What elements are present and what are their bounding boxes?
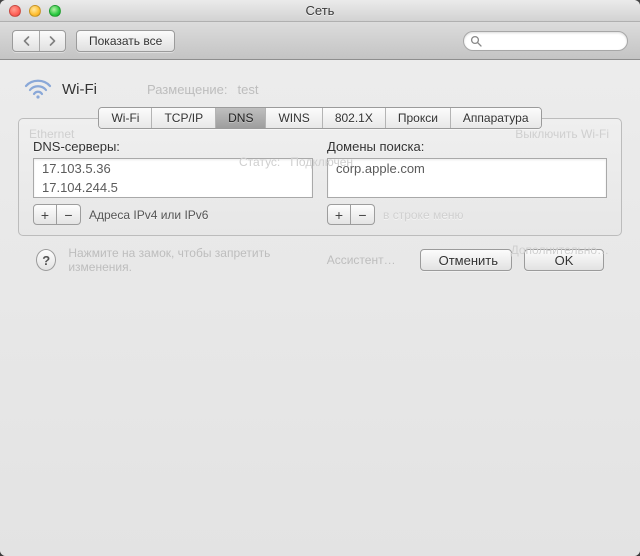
chevron-left-icon xyxy=(22,36,31,46)
dns-label: DNS-серверы: xyxy=(33,139,313,154)
search-field[interactable] xyxy=(463,31,628,51)
show-all-button[interactable]: Показать все xyxy=(76,30,175,52)
header-row: Wi-Fi Размещение: test xyxy=(18,78,622,100)
titlebar: Сеть xyxy=(0,0,640,22)
ghost-placement-label: Размещение: xyxy=(147,82,228,97)
tab-dns[interactable]: DNS xyxy=(215,108,265,128)
ghost-assistant: Ассистент… xyxy=(327,253,396,267)
sheet: Ethernet Статус: Подключен Выключить Wi-… xyxy=(18,118,622,236)
tab--[interactable]: Аппаратура xyxy=(450,108,541,128)
search-domains-column: Домены поиска: corp.apple.com + − в стро… xyxy=(327,139,607,225)
toolbar: Показать все xyxy=(0,22,640,60)
cancel-button[interactable]: Отменить xyxy=(420,249,512,271)
help-button[interactable]: ? xyxy=(36,249,56,271)
dns-add-button[interactable]: + xyxy=(33,204,57,225)
tab-wi-fi[interactable]: Wi-Fi xyxy=(99,108,151,128)
minimize-button[interactable] xyxy=(29,5,41,17)
close-button[interactable] xyxy=(9,5,21,17)
ghost-sidebar: Ethernet xyxy=(29,127,74,141)
search-domains-label: Домены поиска: xyxy=(327,139,607,154)
traffic-lights xyxy=(0,5,61,17)
tab--[interactable]: Прокси xyxy=(385,108,450,128)
nav-group xyxy=(12,30,66,52)
content: Wi-Fi Размещение: test Ethernet Статус: … xyxy=(0,60,640,556)
search-icon xyxy=(470,35,482,47)
dns-column: DNS-серверы: 17.103.5.3617.104.244.5 + −… xyxy=(33,139,313,225)
ghost-menu-text2: в строке меню xyxy=(383,208,464,222)
tab-802-1x[interactable]: 802.1X xyxy=(322,108,385,128)
chevron-right-icon xyxy=(48,36,57,46)
ghost-advanced: Дополнительно… xyxy=(511,243,609,257)
segmented-tabs: Wi-FiTCP/IPDNSWINS802.1XПроксиАппаратура xyxy=(98,107,541,129)
list-item[interactable]: corp.apple.com xyxy=(328,159,606,178)
tab-wins[interactable]: WINS xyxy=(265,108,321,128)
tabbar: Wi-FiTCP/IPDNSWINS802.1XПроксиАппаратура xyxy=(33,107,607,129)
prefs-window: Сеть Показать все Wi-Fi Разм xyxy=(0,0,640,556)
ghost-placement-value: test xyxy=(238,82,259,97)
columns: DNS-серверы: 17.103.5.3617.104.244.5 + −… xyxy=(33,139,607,225)
window-title: Сеть xyxy=(306,3,335,18)
ghost-disable-wifi: Выключить Wi-Fi xyxy=(515,127,609,141)
dns-controls: + − Адреса IPv4 или IPv6 xyxy=(33,204,313,225)
domain-remove-button[interactable]: − xyxy=(351,204,375,225)
zoom-button[interactable] xyxy=(49,5,61,17)
dns-plusminus: + − xyxy=(33,204,81,225)
list-item[interactable]: 17.104.244.5 xyxy=(34,178,312,197)
search-domain-list[interactable]: corp.apple.com xyxy=(327,158,607,198)
search-input[interactable] xyxy=(486,34,621,48)
wifi-icon xyxy=(24,78,52,100)
search-domain-plusminus: + − xyxy=(327,204,375,225)
dns-remove-button[interactable]: − xyxy=(57,204,81,225)
ghost-lock-text: Нажмите на замок, чтобы запретить измене… xyxy=(68,246,314,274)
ghost-status-label: Статус: xyxy=(239,155,280,169)
page-title: Wi-Fi xyxy=(62,81,97,98)
ghost-status-value: Подключен xyxy=(290,155,353,169)
tab-tcp-ip[interactable]: TCP/IP xyxy=(151,108,215,128)
search-domain-controls: + − в строке меню xyxy=(327,204,607,225)
domain-add-button[interactable]: + xyxy=(327,204,351,225)
dns-hint: Адреса IPv4 или IPv6 xyxy=(89,208,208,222)
nav-back-button[interactable] xyxy=(13,31,39,51)
nav-forward-button[interactable] xyxy=(39,31,65,51)
